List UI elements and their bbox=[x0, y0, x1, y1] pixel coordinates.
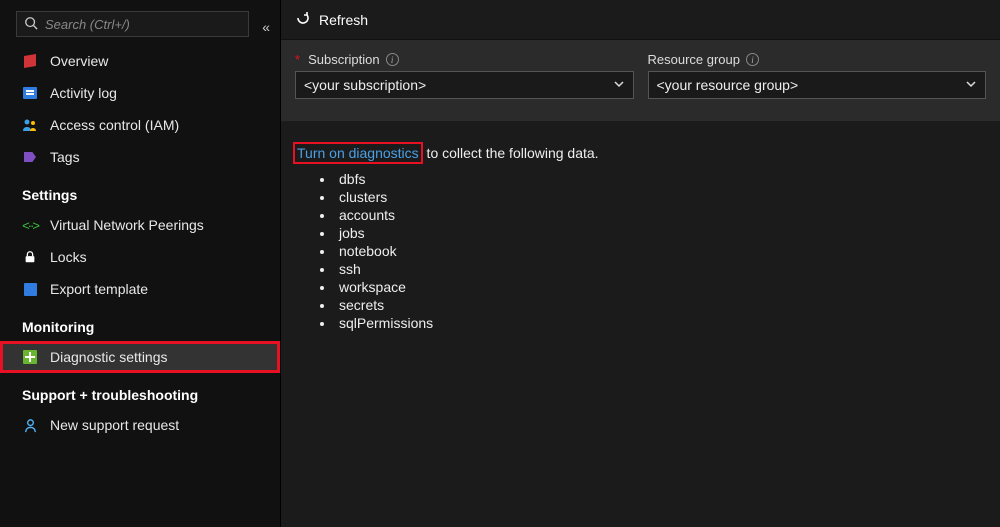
resource-group-value: <your resource group> bbox=[657, 77, 799, 93]
turn-on-diagnostics-link[interactable]: Turn on diagnostics bbox=[295, 144, 421, 162]
resource-group-label: Resource group i bbox=[648, 52, 987, 67]
subscription-value: <your subscription> bbox=[304, 77, 426, 93]
sidebar-item-overview[interactable]: Overview bbox=[0, 45, 280, 77]
diagnostics-suffix: to collect the following data. bbox=[423, 145, 599, 161]
sidebar-item-label: Access control (IAM) bbox=[50, 117, 179, 133]
sidebar-item-access-control[interactable]: Access control (IAM) bbox=[0, 109, 280, 141]
sidebar-item-label: Locks bbox=[50, 249, 87, 265]
sidebar-item-label: Tags bbox=[50, 149, 80, 165]
section-header-settings: Settings bbox=[0, 173, 280, 209]
diagnostics-prompt: Turn on diagnostics to collect the follo… bbox=[295, 145, 986, 161]
section-header-support: Support + troubleshooting bbox=[0, 373, 280, 409]
main-panel: Refresh * Subscription i <your subscript… bbox=[281, 0, 1000, 527]
access-control-icon bbox=[22, 117, 38, 133]
search-icon bbox=[24, 16, 38, 30]
list-item: ssh bbox=[335, 261, 986, 277]
cube-icon bbox=[22, 53, 38, 69]
list-item: jobs bbox=[335, 225, 986, 241]
info-icon[interactable]: i bbox=[386, 53, 399, 66]
lock-icon bbox=[22, 249, 38, 265]
sidebar-item-label: Activity log bbox=[50, 85, 117, 101]
sidebar-item-new-support-request[interactable]: New support request bbox=[0, 409, 280, 441]
info-icon[interactable]: i bbox=[746, 53, 759, 66]
sidebar-item-label: New support request bbox=[50, 417, 179, 433]
sidebar-item-activity-log[interactable]: Activity log bbox=[0, 77, 280, 109]
subscription-label-text: Subscription bbox=[308, 52, 380, 67]
sidebar-item-tags[interactable]: Tags bbox=[0, 141, 280, 173]
sidebar-item-vnet-peerings[interactable]: <··> Virtual Network Peerings bbox=[0, 209, 280, 241]
chevron-down-icon bbox=[613, 77, 625, 93]
list-item: notebook bbox=[335, 243, 986, 259]
list-item: accounts bbox=[335, 207, 986, 223]
section-header-monitoring: Monitoring bbox=[0, 305, 280, 341]
sidebar-item-diagnostic-settings[interactable]: Diagnostic settings bbox=[0, 341, 280, 373]
support-icon bbox=[22, 417, 38, 433]
search-input[interactable] bbox=[16, 11, 249, 37]
chevron-down-icon bbox=[965, 77, 977, 93]
list-item: dbfs bbox=[335, 171, 986, 187]
subscription-select[interactable]: <your subscription> bbox=[295, 71, 634, 99]
list-item: sqlPermissions bbox=[335, 315, 986, 331]
sidebar-item-label: Diagnostic settings bbox=[50, 349, 168, 365]
export-template-icon bbox=[22, 281, 38, 297]
resource-group-label-text: Resource group bbox=[648, 52, 741, 67]
resource-group-field: Resource group i <your resource group> bbox=[648, 52, 987, 99]
filter-row: * Subscription i <your subscription> Res… bbox=[281, 40, 1000, 121]
sidebar: « Overview Activity log Access control (… bbox=[0, 0, 281, 527]
sidebar-item-label: Export template bbox=[50, 281, 148, 297]
subscription-field: * Subscription i <your subscription> bbox=[295, 52, 634, 99]
sidebar-item-label: Overview bbox=[50, 53, 108, 69]
tag-icon bbox=[22, 149, 38, 165]
collapse-sidebar-icon[interactable]: « bbox=[262, 19, 270, 35]
list-item: secrets bbox=[335, 297, 986, 313]
toolbar: Refresh bbox=[281, 0, 1000, 40]
sidebar-item-label: Virtual Network Peerings bbox=[50, 217, 204, 233]
list-item: clusters bbox=[335, 189, 986, 205]
sidebar-item-export-template[interactable]: Export template bbox=[0, 273, 280, 305]
content-area: Turn on diagnostics to collect the follo… bbox=[281, 121, 1000, 357]
list-item: workspace bbox=[335, 279, 986, 295]
refresh-icon[interactable] bbox=[295, 10, 311, 29]
sidebar-item-locks[interactable]: Locks bbox=[0, 241, 280, 273]
refresh-button[interactable]: Refresh bbox=[319, 12, 368, 28]
diagnostic-icon bbox=[22, 349, 38, 365]
activity-log-icon bbox=[22, 85, 38, 101]
subscription-label: * Subscription i bbox=[295, 52, 634, 67]
required-indicator: * bbox=[295, 52, 300, 67]
network-icon: <··> bbox=[22, 217, 38, 233]
diagnostics-data-list: dbfs clusters accounts jobs notebook ssh… bbox=[335, 171, 986, 331]
resource-group-select[interactable]: <your resource group> bbox=[648, 71, 987, 99]
